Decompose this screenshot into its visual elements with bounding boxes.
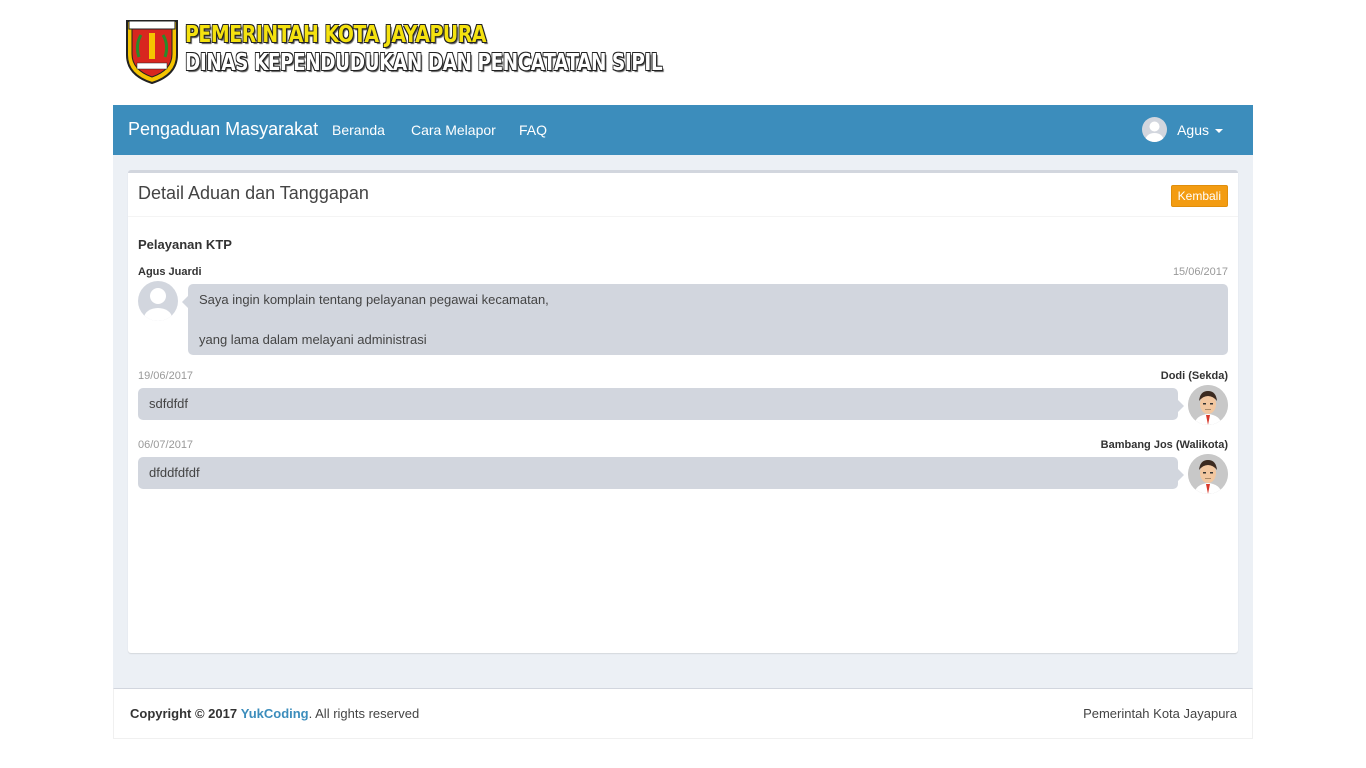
content-wrapper: Detail Aduan dan Tanggapan Kembali Pelay…: [113, 155, 1253, 688]
message-bubble: sdfdfdf: [138, 388, 1184, 420]
caret-down-icon: [1215, 128, 1223, 133]
header-subtitle: DINAS KEPENDUDUKAN DAN PENCATATAN SIPIL: [185, 50, 663, 76]
message-author: Bambang Jos (Walikota): [1100, 439, 1228, 451]
yukcoding-link[interactable]: YukCoding: [241, 706, 309, 721]
back-button[interactable]: Kembali: [1170, 185, 1228, 207]
nav-link-cara-melapor[interactable]: Cara Melapor: [411, 122, 496, 138]
box-title: Detail Aduan dan Tanggapan: [138, 183, 369, 203]
user-menu[interactable]: Agus: [1142, 117, 1223, 142]
city-emblem-icon: [126, 20, 178, 85]
message-time: 15/06/2017: [1172, 266, 1228, 278]
default-user-icon: [138, 281, 178, 321]
footer-org: Pemerintah Kota Jayapura: [1083, 706, 1237, 721]
message-bubble: dfddfdfdf: [138, 457, 1184, 489]
complaint-subject: Pelayanan KTP: [138, 237, 232, 252]
footer-copyright: Copyright © 2017 YukCoding. All rights r…: [130, 706, 419, 721]
official-avatar-icon: [1188, 385, 1228, 425]
official-avatar-icon: [1188, 454, 1228, 494]
message-time: 06/07/2017: [138, 439, 194, 451]
top-navbar: Pengaduan Masyarakat Beranda Cara Melapo…: [113, 105, 1253, 155]
user-avatar-icon: [1142, 117, 1168, 142]
page-footer: Copyright © 2017 YukCoding. All rights r…: [113, 688, 1253, 739]
nav-link-faq[interactable]: FAQ: [519, 122, 547, 138]
message-author: Agus Juardi: [138, 266, 202, 278]
message-author: Dodi (Sekda): [1160, 370, 1228, 382]
message-time: 19/06/2017: [138, 370, 194, 382]
site-header: PEMERINTAH KOTA JAYAPURA DINAS KEPENDUDU…: [113, 0, 1253, 105]
nav-link-beranda[interactable]: Beranda: [332, 122, 385, 138]
user-name: Agus: [1177, 121, 1209, 138]
message-text: dfddfdfdf: [149, 465, 200, 480]
navbar-brand[interactable]: Pengaduan Masyarakat: [128, 119, 318, 140]
message-text: sdfdfdf: [149, 396, 189, 411]
header-title: PEMERINTAH KOTA JAYAPURA: [185, 22, 487, 48]
message-line: Saya ingin komplain tentang pelayanan pe…: [199, 292, 549, 307]
message-bubble: Saya ingin komplain tentang pelayanan pe…: [182, 284, 1228, 355]
copyright-prefix: Copyright © 2017: [130, 706, 238, 721]
message-line: yang lama dalam melayani administrasi: [199, 332, 427, 347]
box-header: Detail Aduan dan Tanggapan Kembali: [128, 173, 1238, 217]
detail-box: Detail Aduan dan Tanggapan Kembali Pelay…: [128, 170, 1238, 653]
copyright-suffix: . All rights reserved: [308, 706, 420, 721]
